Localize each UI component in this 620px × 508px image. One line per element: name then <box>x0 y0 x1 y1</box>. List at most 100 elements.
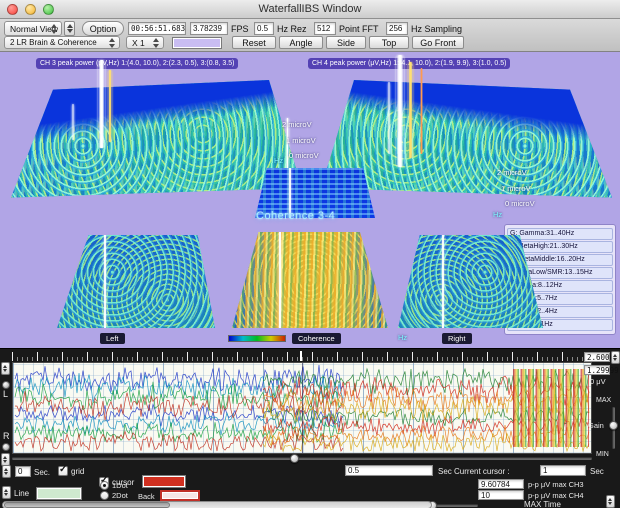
fps-field[interactable]: 3.78239 <box>190 22 228 35</box>
minimize-button[interactable] <box>25 4 36 15</box>
popup-arrows-icon <box>51 23 58 34</box>
grid-label: grid <box>71 467 85 476</box>
fps-value: 3.78239 <box>193 24 222 33</box>
right-spectrogram-panel[interactable] <box>398 235 543 328</box>
current-cursor-field[interactable]: 0.5 <box>345 465 433 476</box>
close-button[interactable] <box>7 4 18 15</box>
ch3-axis-0uv: 0 microV <box>289 151 319 160</box>
time-ruler <box>12 352 592 361</box>
ch3-hz-axis-label: Hz <box>274 156 284 165</box>
display-mode-popup[interactable]: 2 LR Brain & Coherence <box>4 36 120 49</box>
line-color-well[interactable] <box>36 487 82 500</box>
gain-max-label: MAX <box>596 397 612 404</box>
cursor-color-well[interactable] <box>142 475 186 488</box>
fft-field[interactable]: 512 <box>314 22 336 35</box>
ch4-peak-spike <box>408 62 413 158</box>
cursor-sec-field[interactable]: 1 <box>540 465 586 476</box>
title-bar: WaterfallIBS Window <box>0 0 620 19</box>
x-scale-popup[interactable]: X 1 <box>126 36 164 49</box>
hz-rez-field[interactable]: 0.5 <box>254 22 274 35</box>
right-channel-knob[interactable] <box>2 443 10 451</box>
ch3-axis-2uv: 2 microV <box>282 120 312 129</box>
coherence-panel-badge: Coherence <box>292 333 341 344</box>
ch3-waterfall-plot[interactable] <box>11 80 302 198</box>
gain-stepper[interactable] <box>611 351 620 364</box>
ch3-peak-spike <box>72 104 74 140</box>
left-channel-knob[interactable] <box>2 381 10 389</box>
right-panel-badge: Right <box>442 333 472 344</box>
scrollbar-thumb[interactable] <box>4 502 170 508</box>
dot2-label: 2Dot <box>112 491 128 500</box>
back-label: Back <box>138 492 155 501</box>
pp-max-ch3-field[interactable]: 9.60784 <box>478 479 524 489</box>
line-stepper[interactable] <box>2 486 11 499</box>
sampling-field[interactable]: 256 <box>386 22 408 35</box>
ch3-peak-power-badge: CH 3 peak power (μV,Hz) 1:(4.0, 10.0), 2… <box>36 58 239 69</box>
ch4-peak-spike <box>396 55 404 167</box>
ch4-axis-2uv: 2 microV <box>497 168 527 177</box>
background-color-well[interactable] <box>172 37 222 49</box>
reset-button[interactable]: Reset <box>232 36 276 49</box>
ch4-axis-0uv: 0 microV <box>505 199 535 208</box>
gain-top-field[interactable]: 2.60000 <box>584 352 619 362</box>
fps-label: FPS <box>231 24 249 34</box>
left-channel-stepper[interactable] <box>1 362 10 375</box>
left-channel-label: L <box>3 389 9 399</box>
popup-arrows-icon <box>153 37 160 48</box>
current-cursor-label: Sec Current cursor : <box>438 467 510 476</box>
window-title: WaterfallIBS Window <box>258 3 362 15</box>
sampling-label: Hz Sampling <box>411 24 463 34</box>
cursor-sec-value: 1 <box>543 466 548 475</box>
sec-stepper[interactable] <box>2 465 11 478</box>
dot2-radio[interactable] <box>100 491 109 500</box>
option-button-label: Option <box>89 23 117 34</box>
waveform-display[interactable] <box>12 362 592 454</box>
coherence-spectrogram-panel[interactable] <box>232 232 388 328</box>
spectrogram-colorbar <box>228 335 286 342</box>
left-panel-badge: Left <box>100 333 125 344</box>
view-stepper[interactable] <box>64 21 75 36</box>
sec-field[interactable]: 0 <box>15 466 31 477</box>
gain-label: Gain <box>588 421 604 430</box>
option-button[interactable]: Option <box>82 21 124 36</box>
scrollbar-track[interactable] <box>2 501 432 508</box>
max-time-stepper[interactable] <box>606 495 615 508</box>
toolbar: Normal View Option 00:56:51.683 3.78239 … <box>0 19 620 52</box>
current-cursor-value: 0.5 <box>348 466 360 475</box>
pp-max-ch3-label: p-p μV max CH3 <box>528 480 584 489</box>
waterfall-3d-view[interactable]: CH 3 peak power (μV,Hz) 1:(4.0, 10.0), 2… <box>0 52 620 348</box>
ch3-axis-1uv: 1 microV <box>286 136 316 145</box>
top-button[interactable]: Top <box>369 36 409 49</box>
zoom-button[interactable] <box>43 4 54 15</box>
pp-max-ch4-field[interactable]: 10 <box>478 490 524 500</box>
reset-button-label: Reset <box>242 37 266 48</box>
left-spectrogram-panel[interactable] <box>57 235 215 328</box>
dot1-radio[interactable] <box>100 481 109 490</box>
oscilloscope-panel: L R 2.60000 1.29999 0 μV MAX Gain MIN 0 … <box>0 348 620 508</box>
waterfall-window: WaterfallIBS Window Normal View Option 0… <box>0 0 620 508</box>
time-display: 00:56:51.683 <box>128 22 186 35</box>
line-label: Line <box>14 489 30 498</box>
side-button[interactable]: Side <box>326 36 366 49</box>
back-color-well[interactable] <box>160 490 200 501</box>
time-slider-track[interactable] <box>12 457 592 460</box>
gain-mid-field[interactable]: 1.29999 <box>584 365 619 375</box>
waveform-cursor-line <box>302 363 303 453</box>
traffic-lights <box>7 4 54 15</box>
popup-arrows-icon <box>109 37 116 48</box>
angle-button-label: Angle <box>289 37 313 48</box>
angle-button[interactable]: Angle <box>279 36 323 49</box>
max-time-label: MAX Time <box>524 500 561 508</box>
ch4-peak-spike <box>388 82 390 154</box>
go-front-button-label: Go Front <box>420 37 456 48</box>
time-slider-thumb[interactable] <box>290 454 299 463</box>
hz-rez-value: 0.5 <box>257 24 269 33</box>
ch4-axis-1uv: 1 microV <box>501 184 531 193</box>
go-front-button[interactable]: Go Front <box>412 36 464 49</box>
sec-value: 0 <box>18 467 23 476</box>
ruler-cursor-mark <box>300 351 302 361</box>
gain-slider-thumb[interactable] <box>609 421 618 430</box>
sec-label: Sec. <box>34 468 51 477</box>
grid-checkbox[interactable] <box>58 464 68 476</box>
view-mode-popup[interactable]: Normal View <box>4 21 62 36</box>
